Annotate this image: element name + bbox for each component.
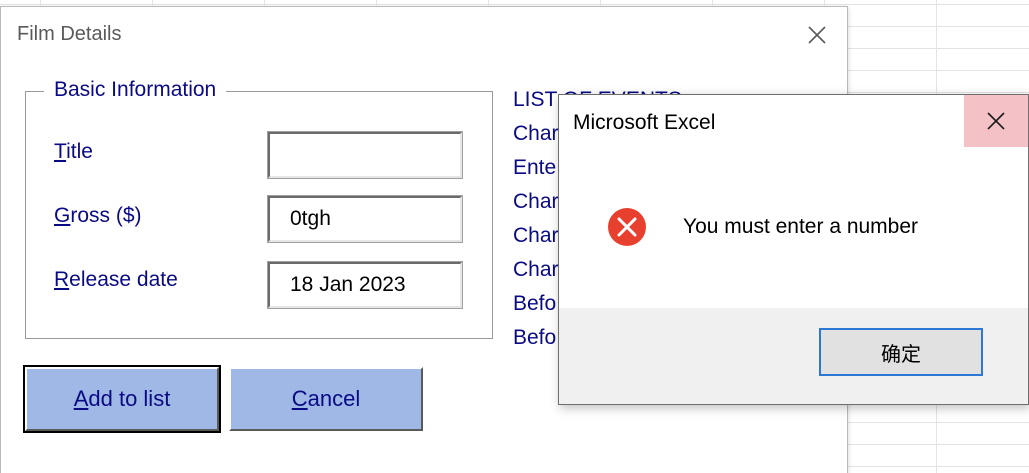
dialog-close-button[interactable] [799,17,835,53]
messagebox-content: You must enter a number [559,149,1028,309]
release-date-label: Release date [54,268,178,291]
gross-input[interactable] [267,195,463,243]
dialog-titlebar[interactable]: Film Details [1,7,847,61]
screen: Film Details Basic Information Title Gro… [0,0,1029,473]
messagebox-footer: 确定 [559,308,1028,404]
close-icon [987,112,1005,130]
dialog-title: Film Details [17,23,122,45]
messagebox-title: Microsoft Excel [573,111,716,134]
messagebox-message: You must enter a number [683,215,919,238]
title-input[interactable] [267,131,463,179]
ok-button[interactable]: 确定 [819,328,983,376]
messagebox-close-button[interactable] [964,95,1028,147]
close-icon [808,26,826,44]
add-to-list-button[interactable]: Add to list [23,365,221,433]
basic-information-frame: Basic Information Title Gross ($) Releas… [25,78,493,339]
gross-label: Gross ($) [54,204,142,227]
messagebox-titlebar[interactable]: Microsoft Excel [559,95,1028,149]
title-label: Title [54,140,93,163]
frame-legend: Basic Information [44,78,227,102]
error-icon [608,208,646,246]
cancel-button[interactable]: Cancel [229,367,423,431]
release-date-input[interactable] [267,261,463,309]
excel-error-messagebox: Microsoft Excel You must enter a number … [558,94,1029,405]
